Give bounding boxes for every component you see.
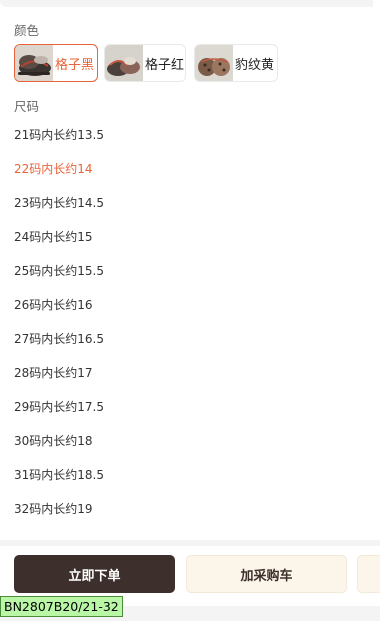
shoe-thumbnail-red [105, 45, 143, 81]
sku-selector-sheet: 颜色 格子黑 格子红 豹纹黄 尺码 21码内长约13.5 22码内长约14 23… [0, 0, 380, 540]
shoe-thumbnail-leopard [195, 45, 233, 81]
size-option-32[interactable]: 32码内长约19 [14, 500, 93, 517]
sku-code-tag: BN2807B20/21-32 [0, 596, 123, 617]
color-section-title: 颜色 [14, 23, 40, 38]
size-option-22[interactable]: 22码内长约14 [14, 160, 93, 177]
color-option-leopard-yellow[interactable]: 豹纹黄 [194, 44, 278, 82]
add-to-cart-button[interactable]: 加采购车 [186, 555, 347, 593]
size-option-27[interactable]: 27码内长约16.5 [14, 330, 104, 347]
size-option-25[interactable]: 25码内长约15.5 [14, 262, 104, 279]
color-option-grid-black[interactable]: 格子黑 [14, 44, 98, 82]
shoe-thumbnail-black [15, 45, 53, 81]
size-option-24[interactable]: 24码内长约15 [14, 228, 93, 245]
color-option-label: 豹纹黄 [235, 58, 275, 73]
extra-action-button[interactable] [357, 555, 380, 593]
size-option-21[interactable]: 21码内长约13.5 [14, 126, 104, 143]
buy-now-button[interactable]: 立即下单 [14, 555, 175, 593]
top-divider-corner [373, 0, 380, 7]
size-option-29[interactable]: 29码内长约17.5 [14, 398, 104, 415]
color-option-grid-red[interactable]: 格子红 [104, 44, 186, 82]
size-option-31[interactable]: 31码内长约18.5 [14, 466, 104, 483]
size-section-title: 尺码 [14, 99, 40, 114]
top-divider [0, 0, 380, 7]
size-option-30[interactable]: 30码内长约18 [14, 432, 93, 449]
color-option-label: 格子黑 [55, 58, 95, 73]
size-option-28[interactable]: 28码内长约17 [14, 364, 93, 381]
size-option-26[interactable]: 26码内长约16 [14, 296, 93, 313]
size-option-23[interactable]: 23码内长约14.5 [14, 194, 104, 211]
color-option-label: 格子红 [145, 58, 185, 73]
